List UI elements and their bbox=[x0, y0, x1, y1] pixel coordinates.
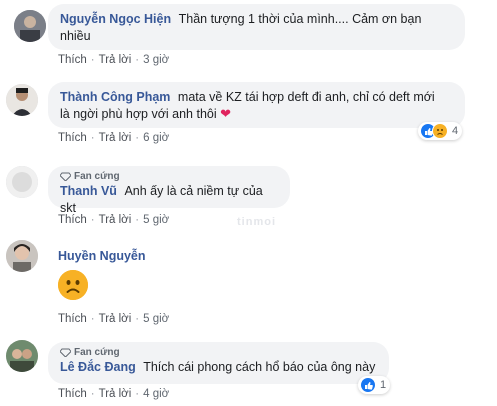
avatar[interactable] bbox=[14, 10, 46, 42]
comment-bubble: Fan cứng Thanh Vũ Anh ấy là cả niềm tự c… bbox=[48, 166, 290, 215]
comment-actions: Thích · Trả lời · 6 giờ bbox=[58, 132, 170, 144]
comment-bubble: Fan cứng Lê Đắc Đang Thích cái phong các… bbox=[48, 342, 389, 384]
diamond-icon bbox=[60, 172, 71, 181]
comment-text: Thích cái phong cách hổ báo của ông này bbox=[143, 360, 376, 374]
timestamp[interactable]: 6 giờ bbox=[143, 132, 169, 144]
comment-actions: Thích · Trả lời · 5 giờ bbox=[58, 313, 170, 325]
like-link[interactable]: Thích bbox=[58, 388, 87, 400]
fan-badge-label: Fan cứng bbox=[74, 346, 120, 358]
watermark-logo: tinmoi bbox=[237, 216, 276, 228]
reaction-count: 1 bbox=[380, 379, 387, 391]
avatar-image bbox=[6, 240, 38, 272]
comment-text: mata về KZ tái hợp deft đi anh, chỉ có d… bbox=[177, 90, 435, 104]
avatar-image bbox=[14, 10, 46, 42]
like-reaction-icon bbox=[360, 377, 376, 393]
comment-text-cont: là ngời phù hợp với anh thôi bbox=[60, 107, 217, 121]
like-link[interactable]: Thích bbox=[58, 54, 87, 66]
fan-badge: Fan cứng bbox=[60, 170, 278, 182]
sad-reaction-icon bbox=[432, 123, 448, 139]
commenter-name[interactable]: Lê Đắc Đang bbox=[60, 360, 136, 374]
reply-link[interactable]: Trả lời bbox=[99, 388, 132, 400]
fan-badge-label: Fan cứng bbox=[74, 170, 120, 182]
timestamp[interactable]: 5 giờ bbox=[143, 313, 169, 325]
comment-text-cont: nhiều bbox=[60, 29, 91, 43]
avatar[interactable] bbox=[6, 240, 38, 272]
reply-link[interactable]: Trả lời bbox=[99, 214, 132, 226]
avatar-image bbox=[6, 166, 38, 198]
commenter-name[interactable]: Nguyễn Ngọc Hiện bbox=[60, 12, 171, 26]
fan-badge: Fan cứng bbox=[60, 346, 377, 358]
comment-actions: Thích · Trả lời · 5 giờ bbox=[58, 214, 170, 226]
avatar[interactable] bbox=[6, 166, 38, 198]
timestamp[interactable]: 5 giờ bbox=[143, 214, 169, 226]
comment-actions: Thích · Trả lời · 4 giờ bbox=[58, 388, 170, 400]
reaction-summary[interactable]: 1 bbox=[358, 376, 391, 394]
like-link[interactable]: Thích bbox=[58, 132, 87, 144]
comment-actions: Thích · Trả lời · 3 giờ bbox=[58, 54, 170, 66]
commenter-name[interactable]: Thành Công Phạm bbox=[60, 90, 170, 104]
commenter-name[interactable]: Huyền Nguyễn bbox=[58, 249, 146, 263]
commenter-name[interactable]: Thanh Vũ bbox=[60, 184, 117, 198]
comment-bubble: Nguyễn Ngọc Hiện Thần tượng 1 thời của m… bbox=[48, 4, 465, 50]
diamond-icon bbox=[60, 348, 71, 357]
comment-text: Thần tượng 1 thời của mình.... Cảm ơn bạ… bbox=[178, 12, 422, 26]
reply-link[interactable]: Trả lời bbox=[99, 313, 132, 325]
like-link[interactable]: Thích bbox=[58, 214, 87, 226]
watermark-text: tinmoi bbox=[237, 216, 276, 228]
reply-link[interactable]: Trả lời bbox=[99, 132, 132, 144]
timestamp[interactable]: 4 giờ bbox=[143, 388, 169, 400]
comment-bubble: Thành Công Phạm mata về KZ tái hợp deft … bbox=[48, 82, 465, 128]
avatar[interactable] bbox=[6, 340, 38, 372]
avatar-image bbox=[6, 84, 38, 116]
reaction-summary[interactable]: 4 bbox=[418, 122, 463, 140]
sad-face-icon bbox=[58, 270, 88, 300]
timestamp[interactable]: 3 giờ bbox=[143, 54, 169, 66]
like-link[interactable]: Thích bbox=[58, 313, 87, 325]
reaction-count: 4 bbox=[452, 125, 459, 137]
reply-link[interactable]: Trả lời bbox=[99, 54, 132, 66]
heart-emoji-icon: ❤ bbox=[220, 107, 232, 122]
avatar[interactable] bbox=[6, 84, 38, 116]
avatar-image bbox=[6, 340, 38, 372]
